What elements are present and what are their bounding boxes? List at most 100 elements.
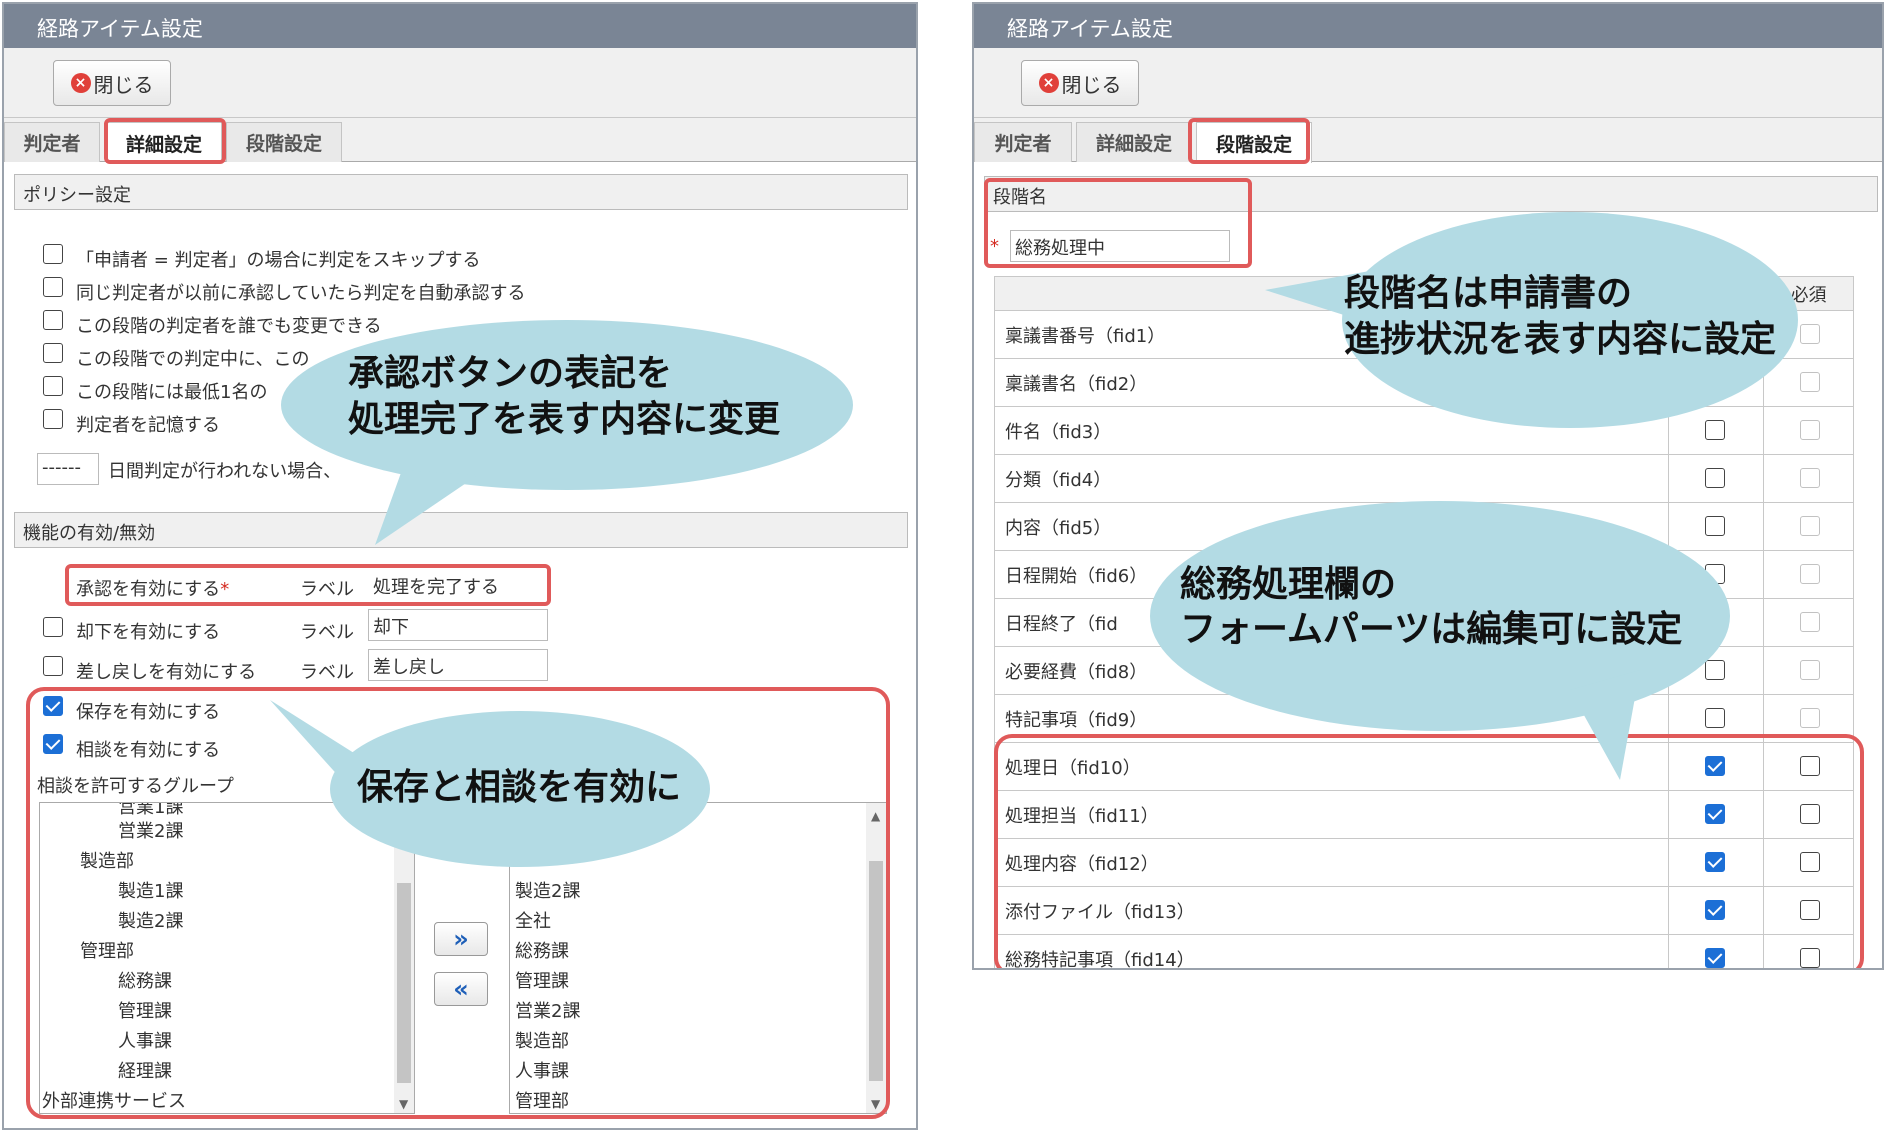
days-label: 日間判定が行われない場合、 <box>108 461 342 482</box>
toolbar: × 閉じる <box>974 48 1882 118</box>
tab-approver[interactable]: 判定者 <box>4 122 100 162</box>
list-item[interactable]: 経理課 <box>118 1057 172 1083</box>
required-checkbox[interactable] <box>1800 708 1820 728</box>
table-row: 分類（fid4） <box>994 454 1854 503</box>
editable-checkbox[interactable] <box>1705 468 1725 488</box>
tab-stage-settings[interactable]: 段階設定 <box>226 122 342 162</box>
editable-checkbox[interactable] <box>1705 948 1725 968</box>
list-item[interactable]: 営業2課 <box>515 997 580 1023</box>
required-checkbox[interactable] <box>1800 852 1820 872</box>
field-name: 処理担当（fid11） <box>994 790 1669 839</box>
right-list-scrollbar[interactable]: ▲ ▼ <box>866 803 886 1113</box>
list-item[interactable]: 製造2課 <box>515 877 580 903</box>
required-checkbox[interactable] <box>1800 564 1820 584</box>
policy-checkbox-2[interactable] <box>43 277 63 297</box>
required-checkbox[interactable] <box>1800 516 1820 536</box>
return-enable-checkbox[interactable] <box>43 656 63 676</box>
scroll-down-icon[interactable]: ▼ <box>871 1097 880 1111</box>
allowed-groups-list[interactable]: 製造2課 全社 総務課 管理課 営業2課 製造部 人事課 管理部 ▲ ▼ <box>509 802 887 1114</box>
consult-enable-checkbox[interactable] <box>43 734 63 754</box>
required-checkbox[interactable] <box>1800 660 1820 680</box>
list-item[interactable]: 総務課 <box>515 937 569 963</box>
scrollbar-thumb[interactable] <box>869 861 883 1081</box>
tab-approver[interactable]: 判定者 <box>974 122 1072 162</box>
left-list-scrollbar[interactable]: ▼ <box>394 803 414 1113</box>
scroll-down-icon[interactable]: ▼ <box>399 1097 408 1111</box>
callout-save-consult: 保存と相談を有効に <box>357 767 682 808</box>
editable-checkbox[interactable] <box>1705 660 1725 680</box>
list-item[interactable]: 製造1課 <box>118 877 183 903</box>
editable-checkbox[interactable] <box>1705 852 1725 872</box>
list-item[interactable]: 全社 <box>515 907 551 933</box>
editable-checkbox[interactable] <box>1705 756 1725 776</box>
tab-detail-settings[interactable]: 詳細設定 <box>1076 122 1192 162</box>
close-button[interactable]: × 閉じる <box>53 60 171 106</box>
required-checkbox[interactable] <box>1800 468 1820 488</box>
policy-checkbox-3[interactable] <box>43 310 63 330</box>
list-item[interactable]: 総務課 <box>118 967 172 993</box>
close-button[interactable]: × 閉じる <box>1021 60 1139 106</box>
required-checkbox[interactable] <box>1800 612 1820 632</box>
scrollbar-thumb[interactable] <box>397 883 411 1083</box>
list-item[interactable]: 製造部 <box>80 847 134 873</box>
list-item[interactable]: 人事課 <box>515 1057 569 1083</box>
policy-option-4: この段階での判定中に、この <box>76 349 310 370</box>
policy-option-6: 判定者を記憶する <box>76 415 220 436</box>
editable-checkbox[interactable] <box>1705 612 1725 632</box>
policy-checkbox-1[interactable] <box>43 244 63 264</box>
editable-checkbox[interactable] <box>1705 564 1725 584</box>
list-item[interactable]: 管理課 <box>118 997 172 1023</box>
editable-checkbox[interactable] <box>1705 516 1725 536</box>
list-item[interactable]: 管理部 <box>80 937 134 963</box>
tab-bar: 判定者 詳細設定 段階設定 <box>974 118 1882 163</box>
return-enable-label: 差し戻しを有効にする <box>76 662 257 683</box>
tab-stage-settings[interactable]: 段階設定 <box>1196 122 1312 163</box>
table-row: 添付ファイル（fid13） <box>994 886 1854 935</box>
editable-checkbox[interactable] <box>1705 420 1725 440</box>
stage-name-input[interactable]: 総務処理中 <box>1010 230 1230 262</box>
required-checkbox[interactable] <box>1800 420 1820 440</box>
policy-option-2: 同じ判定者が以前に承認していたら判定を自動承認する <box>76 283 526 304</box>
save-enable-checkbox[interactable] <box>43 696 63 716</box>
approve-label-caption: ラベル <box>300 579 354 600</box>
reject-enable-checkbox[interactable] <box>43 617 63 637</box>
field-name: 処理日（fid10） <box>994 742 1669 791</box>
required-checkbox[interactable] <box>1800 324 1820 344</box>
list-item[interactable]: 外部連携サービス <box>42 1087 186 1113</box>
editable-checkbox[interactable] <box>1705 804 1725 824</box>
editable-checkbox[interactable] <box>1705 372 1725 392</box>
return-label-caption: ラベル <box>300 662 354 683</box>
policy-checkbox-5[interactable] <box>43 376 63 396</box>
editable-checkbox[interactable] <box>1705 900 1725 920</box>
list-item[interactable]: 管理課 <box>515 967 569 993</box>
list-item[interactable]: 営業2課 <box>118 817 183 843</box>
remove-group-button[interactable]: « <box>434 972 488 1006</box>
field-name: 内容（fid5） <box>994 502 1669 551</box>
list-item[interactable]: 製造2課 <box>118 907 183 933</box>
required-checkbox[interactable] <box>1800 948 1820 968</box>
list-item[interactable]: 管理部 <box>515 1087 569 1113</box>
required-checkbox[interactable] <box>1800 900 1820 920</box>
list-item[interactable]: 人事課 <box>118 1027 172 1053</box>
days-input[interactable]: ------ <box>37 453 99 485</box>
list-item[interactable]: 製造部 <box>515 1027 569 1053</box>
required-checkbox[interactable] <box>1800 756 1820 776</box>
policy-checkbox-6[interactable] <box>43 409 63 429</box>
policy-checkbox-4[interactable] <box>43 343 63 363</box>
add-group-button[interactable]: » <box>434 922 488 956</box>
required-checkbox[interactable] <box>1800 372 1820 392</box>
features-section-header: 機能の有効/無効 <box>14 512 908 548</box>
policy-option-3: この段階の判定者を誰でも変更できる <box>76 316 382 337</box>
close-icon: × <box>1038 73 1059 93</box>
table-row: 処理担当（fid11） <box>994 790 1854 839</box>
reject-label-input[interactable]: 却下 <box>368 609 548 641</box>
tab-detail-settings[interactable]: 詳細設定 <box>106 122 222 163</box>
field-name: 分類（fid4） <box>994 454 1669 503</box>
approve-label-input[interactable]: 処理を完了する <box>368 569 548 601</box>
required-checkbox[interactable] <box>1800 804 1820 824</box>
editable-checkbox[interactable] <box>1705 708 1725 728</box>
return-label-input[interactable]: 差し戻し <box>368 649 548 681</box>
available-groups-list[interactable]: 営業1課 営業2課 製造部 製造1課 製造2課 管理部 総務課 管理課 人事課 … <box>39 802 415 1114</box>
required-column-header: 必須 <box>1763 276 1854 311</box>
scroll-up-icon[interactable]: ▲ <box>871 809 880 823</box>
